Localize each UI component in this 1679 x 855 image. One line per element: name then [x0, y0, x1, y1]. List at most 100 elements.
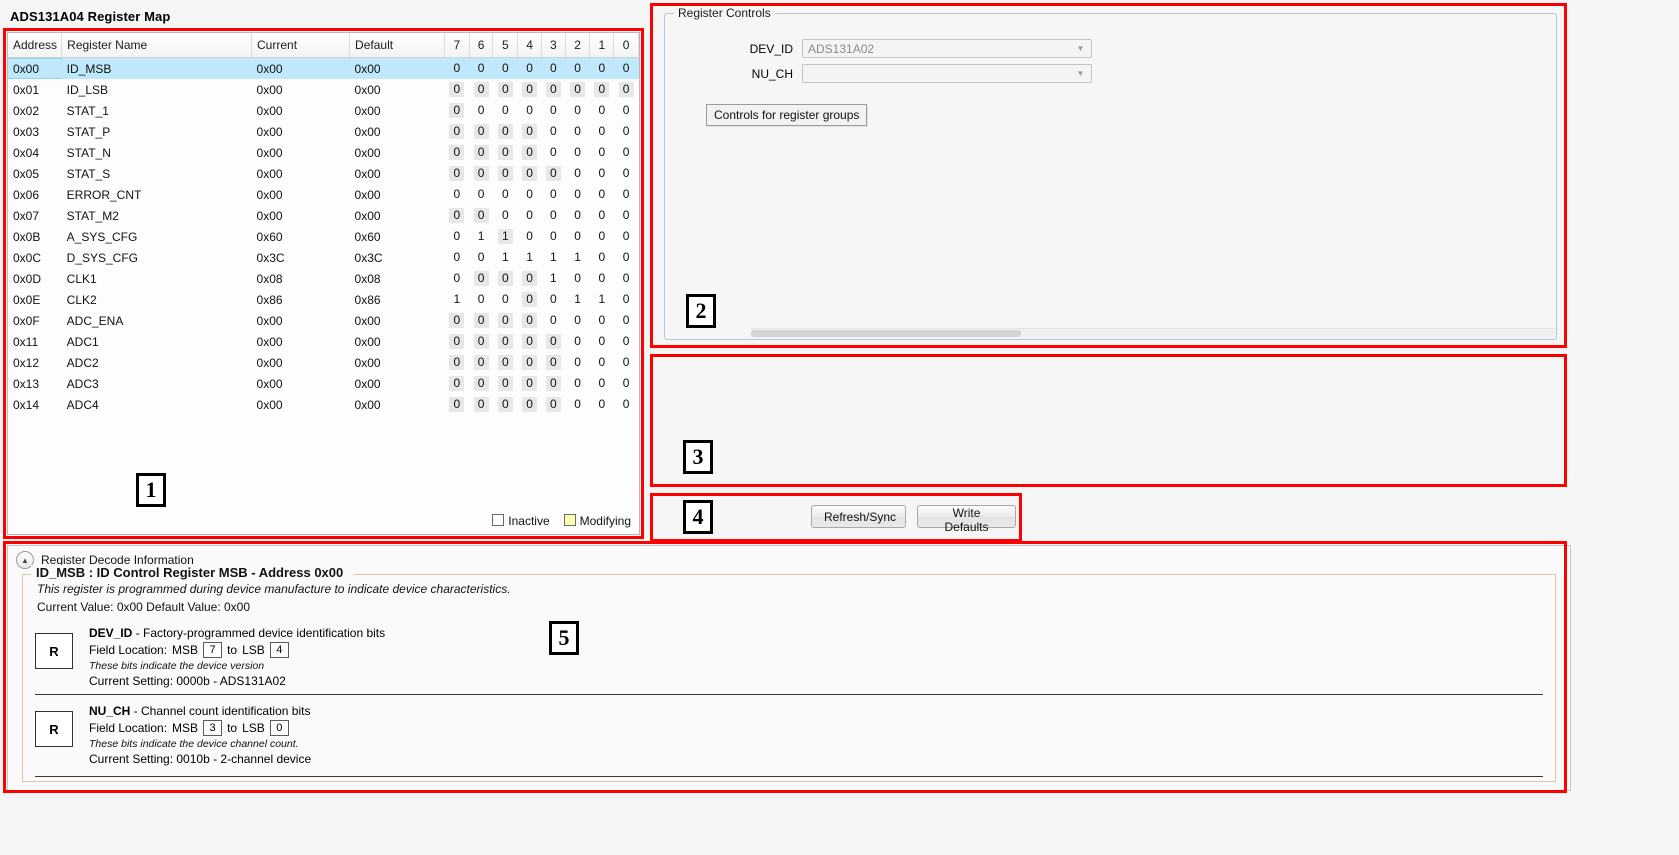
- table-row[interactable]: 0x02 STAT_1 0x00 0x00 0 0 0 0 0 0 0 0: [8, 100, 639, 121]
- cell-current[interactable]: 0x00: [252, 205, 350, 226]
- col-header-bit-2[interactable]: 2: [565, 33, 591, 58]
- cell-bit-1[interactable]: 0: [590, 226, 614, 247]
- cell-bit-1[interactable]: 0: [590, 100, 614, 121]
- cell-address[interactable]: 0x0D: [8, 268, 62, 289]
- cell-bit-4[interactable]: 0: [517, 57, 542, 79]
- cell-bit-1[interactable]: 0: [590, 373, 614, 394]
- cell-bit-2[interactable]: 0: [565, 352, 590, 373]
- cell-address[interactable]: 0x11: [8, 331, 62, 352]
- cell-bit-2[interactable]: 0: [565, 268, 590, 289]
- cell-bit-1[interactable]: 0: [590, 121, 614, 142]
- cell-register-name[interactable]: CLK2: [62, 289, 252, 310]
- cell-bit-7[interactable]: 0: [444, 79, 469, 100]
- cell-bit-1[interactable]: 0: [590, 142, 614, 163]
- cell-bit-4[interactable]: 1: [518, 247, 542, 268]
- cell-bit-4[interactable]: 0: [518, 268, 542, 289]
- cell-register-name[interactable]: ADC2: [62, 352, 252, 373]
- cell-bit-0[interactable]: 0: [614, 394, 639, 415]
- cell-bit-4[interactable]: 0: [518, 121, 542, 142]
- cell-bit-6[interactable]: 0: [469, 352, 493, 373]
- lsb-value[interactable]: 0: [269, 720, 289, 736]
- cell-bit-7[interactable]: 0: [444, 331, 469, 352]
- cell-bit-5[interactable]: 0: [493, 373, 518, 394]
- cell-bit-6[interactable]: 0: [469, 163, 493, 184]
- cell-current[interactable]: 0x00: [252, 331, 350, 352]
- cell-bit-4[interactable]: 0: [518, 331, 542, 352]
- cell-bit-2[interactable]: 1: [565, 247, 590, 268]
- cell-default[interactable]: 0x3C: [350, 247, 445, 268]
- cell-bit-7[interactable]: 0: [444, 57, 470, 79]
- cell-default[interactable]: 0x00: [350, 310, 445, 331]
- cell-current[interactable]: 0x00: [252, 394, 350, 415]
- cell-bit-3[interactable]: 0: [541, 331, 565, 352]
- cell-bit-6[interactable]: 0: [469, 57, 493, 79]
- cell-bit-3[interactable]: 0: [541, 142, 565, 163]
- cell-bit-6[interactable]: 0: [469, 121, 493, 142]
- refresh-sync-button[interactable]: Refresh/Sync: [811, 505, 906, 528]
- cell-current[interactable]: 0x86: [252, 289, 350, 310]
- cell-bit-6[interactable]: 0: [469, 100, 493, 121]
- cell-bit-6[interactable]: 0: [469, 394, 493, 415]
- cell-bit-0[interactable]: 0: [614, 268, 639, 289]
- cell-bit-1[interactable]: 0: [590, 163, 614, 184]
- cell-address[interactable]: 0x05: [8, 163, 62, 184]
- cell-bit-2[interactable]: 0: [565, 310, 590, 331]
- cell-default[interactable]: 0x00: [350, 352, 445, 373]
- cell-register-name[interactable]: STAT_N: [62, 142, 252, 163]
- cell-bit-3[interactable]: 0: [541, 163, 565, 184]
- cell-bit-0[interactable]: 0: [614, 121, 639, 142]
- cell-bit-5[interactable]: 0: [493, 142, 518, 163]
- lsb-value[interactable]: 4: [269, 642, 289, 658]
- cell-bit-2[interactable]: 0: [565, 163, 590, 184]
- cell-bit-3[interactable]: 0: [541, 226, 565, 247]
- cell-current[interactable]: 0x00: [252, 121, 350, 142]
- cell-bit-6[interactable]: 0: [469, 205, 493, 226]
- cell-default[interactable]: 0x00: [350, 79, 445, 100]
- table-row[interactable]: 0x0C D_SYS_CFG 0x3C 0x3C 0 0 1 1 1 1 0 0: [8, 247, 639, 268]
- cell-bit-5[interactable]: 0: [493, 163, 518, 184]
- col-header-bit-4[interactable]: 4: [517, 33, 542, 58]
- register-controls-hscrollbar[interactable]: [751, 328, 1555, 338]
- cell-register-name[interactable]: STAT_M2: [62, 205, 252, 226]
- register-map-body[interactable]: 0x00 ID_MSB 0x00 0x00 0 0 0 0 0 0 0 0 0x01 ID_LSB 0x00…: [8, 57, 639, 416]
- cell-bit-1[interactable]: 0: [590, 352, 614, 373]
- col-header-bit-7[interactable]: 7: [444, 33, 470, 58]
- cell-bit-3[interactable]: 0: [541, 57, 566, 79]
- cell-bit-4[interactable]: 0: [518, 163, 542, 184]
- cell-bit-3[interactable]: 0: [541, 100, 565, 121]
- cell-bit-3[interactable]: 0: [541, 184, 565, 205]
- cell-bit-3[interactable]: 0: [541, 205, 565, 226]
- table-row[interactable]: 0x0B A_SYS_CFG 0x60 0x60 0 1 1 0 0 0 0 0: [8, 226, 639, 247]
- cell-bit-0[interactable]: 0: [614, 373, 639, 394]
- table-row[interactable]: 0x04 STAT_N 0x00 0x00 0 0 0 0 0 0 0 0: [8, 142, 639, 163]
- cell-bit-5[interactable]: 0: [493, 289, 518, 310]
- cell-bit-3[interactable]: 0: [541, 373, 565, 394]
- cell-bit-2[interactable]: 0: [565, 373, 590, 394]
- cell-register-name[interactable]: ADC4: [62, 394, 252, 415]
- cell-bit-6[interactable]: 0: [469, 310, 493, 331]
- cell-default[interactable]: 0x00: [350, 121, 445, 142]
- scrollbar-thumb[interactable]: [751, 330, 1021, 337]
- cell-current[interactable]: 0x3C: [252, 247, 350, 268]
- cell-bit-5[interactable]: 0: [493, 268, 518, 289]
- cell-current[interactable]: 0x08: [252, 268, 350, 289]
- write-defaults-button[interactable]: Write Defaults: [917, 505, 1016, 534]
- msb-value[interactable]: 7: [203, 642, 223, 658]
- cell-bit-0[interactable]: 0: [614, 352, 639, 373]
- cell-default[interactable]: 0x00: [350, 373, 445, 394]
- cell-current[interactable]: 0x00: [252, 163, 350, 184]
- cell-bit-6[interactable]: 0: [469, 331, 493, 352]
- cell-bit-1[interactable]: 0: [590, 394, 614, 415]
- cell-bit-6[interactable]: 0: [469, 373, 493, 394]
- cell-bit-3[interactable]: 1: [541, 247, 565, 268]
- cell-bit-0[interactable]: 0: [614, 310, 639, 331]
- cell-register-name[interactable]: ID_MSB: [61, 57, 252, 79]
- cell-bit-7[interactable]: 0: [444, 247, 469, 268]
- cell-bit-2[interactable]: 0: [565, 142, 590, 163]
- cell-bit-4[interactable]: 0: [518, 79, 542, 100]
- cell-default[interactable]: 0x60: [350, 226, 445, 247]
- cell-address[interactable]: 0x0F: [8, 310, 62, 331]
- cell-bit-7[interactable]: 0: [444, 310, 469, 331]
- cell-bit-1[interactable]: 0: [590, 247, 614, 268]
- cell-register-name[interactable]: CLK1: [62, 268, 252, 289]
